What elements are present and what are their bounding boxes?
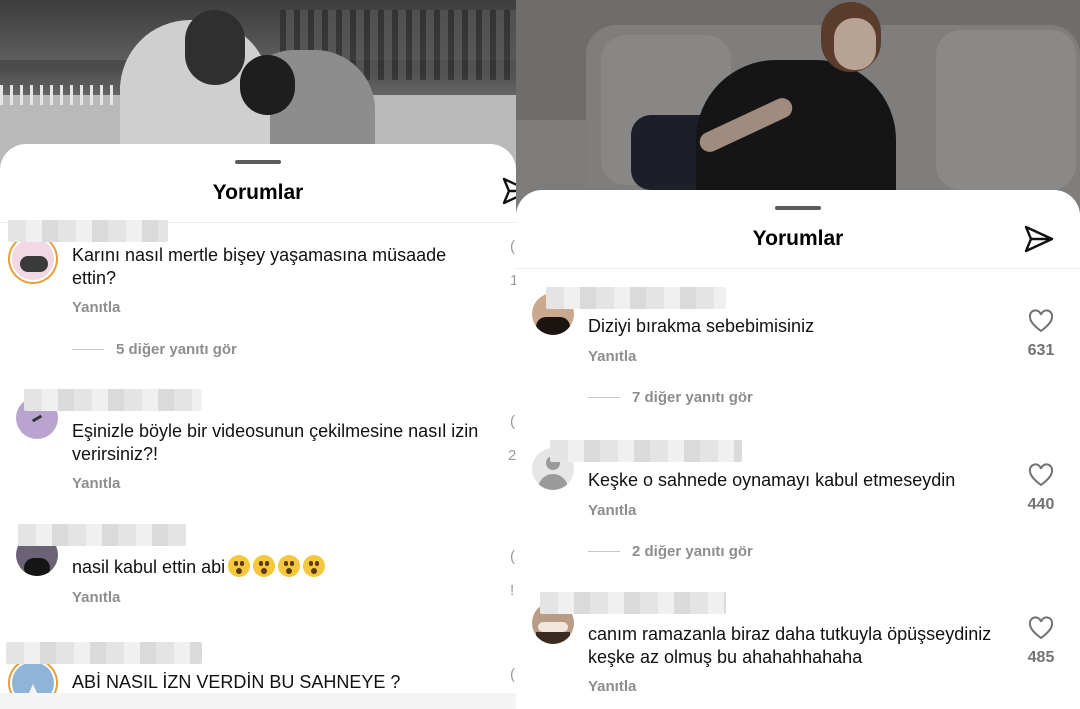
- username-blurred[interactable]: [546, 287, 726, 309]
- heart-icon[interactable]: (: [510, 413, 515, 430]
- comment-text: canım ramazanla biraz daha tutkuyla öpüş…: [588, 624, 992, 667]
- username-blurred[interactable]: [6, 642, 202, 664]
- heart-icon[interactable]: (: [510, 548, 515, 565]
- username-blurred[interactable]: [24, 389, 202, 411]
- sheet-grabber[interactable]: [775, 206, 821, 210]
- like-count: 631: [1027, 342, 1055, 359]
- comment-text-body: nasil kabul ettin abi: [72, 557, 226, 577]
- username-blurred[interactable]: [8, 220, 168, 242]
- sheet-title: Yorumlar: [752, 227, 844, 250]
- view-replies-label: 5 diğer yanıtı gör: [116, 341, 237, 358]
- reply-button[interactable]: Yanıtla: [588, 348, 636, 365]
- send-icon[interactable]: [500, 174, 516, 208]
- astonished-emoji-icon: [278, 555, 301, 577]
- heart-icon[interactable]: [1028, 616, 1054, 640]
- comment-text: Karını nasıl mertle bişey yaşamasına müs…: [72, 245, 447, 288]
- astonished-emoji-icon: [253, 555, 276, 577]
- replies-line: [588, 397, 620, 398]
- send-icon[interactable]: [1022, 222, 1056, 256]
- view-replies-button[interactable]: 5 diğer yanıtı gör: [72, 341, 237, 358]
- username-blurred[interactable]: [18, 524, 186, 546]
- comment-text: Eşinizle böyle bir videosunun çekilmesin…: [72, 421, 479, 464]
- avatar[interactable]: [12, 238, 54, 280]
- heart-icon[interactable]: (: [510, 666, 515, 683]
- view-replies-label: 7 diğer yanıtı gör: [632, 389, 753, 406]
- comments-sheet: Yorumlar Diziyi bırakma sebebimisiniz Ya…: [516, 190, 1080, 709]
- like-count: 440: [1027, 496, 1055, 513]
- view-replies-button[interactable]: 7 diğer yanıtı gör: [588, 389, 753, 406]
- right-screenshot: Yorumlar Diziyi bırakma sebebimisiniz Ya…: [516, 0, 1080, 709]
- comment-text: ABİ NASIL İZN VERDİN BU SAHNEYE ?: [72, 672, 401, 692]
- reply-button[interactable]: Yanıtla: [588, 502, 636, 519]
- reply-button[interactable]: Yanıtla: [588, 678, 636, 695]
- heart-icon[interactable]: [1028, 463, 1054, 487]
- heart-icon[interactable]: [1028, 309, 1054, 333]
- sheet-title: Yorumlar: [212, 181, 304, 204]
- divider: [516, 268, 1080, 269]
- heart-icon[interactable]: (: [510, 238, 515, 255]
- like-count: 485: [1027, 649, 1055, 666]
- view-replies-button[interactable]: 2 diğer yanıtı gör: [588, 543, 753, 560]
- bottom-edge: [0, 693, 516, 709]
- replies-line: [72, 349, 104, 350]
- like-count: 2: [508, 447, 516, 464]
- username-blurred[interactable]: [540, 592, 726, 614]
- like-count: !: [510, 582, 515, 599]
- comment-text: Keşke o sahnede oynamayı kabul etmeseydi…: [588, 470, 956, 490]
- comment-text: Diziyi bırakma sebebimisiniz: [588, 316, 815, 336]
- comments-sheet: Yorumlar Karını nasıl mertle bişey yaşam…: [0, 144, 516, 709]
- reply-button[interactable]: Yanıtla: [72, 475, 120, 492]
- view-replies-label: 2 diğer yanıtı gör: [632, 543, 753, 560]
- left-screenshot: Yorumlar Karını nasıl mertle bişey yaşam…: [0, 0, 516, 709]
- reply-button[interactable]: Yanıtla: [72, 589, 120, 606]
- replies-line: [588, 551, 620, 552]
- username-blurred[interactable]: [550, 440, 742, 462]
- comment-text: nasil kabul ettin abi: [72, 555, 492, 579]
- sheet-grabber[interactable]: [235, 160, 281, 164]
- astonished-emoji-icon: [303, 555, 326, 577]
- reply-button[interactable]: Yanıtla: [72, 299, 120, 316]
- astonished-emoji-icon: [228, 555, 251, 577]
